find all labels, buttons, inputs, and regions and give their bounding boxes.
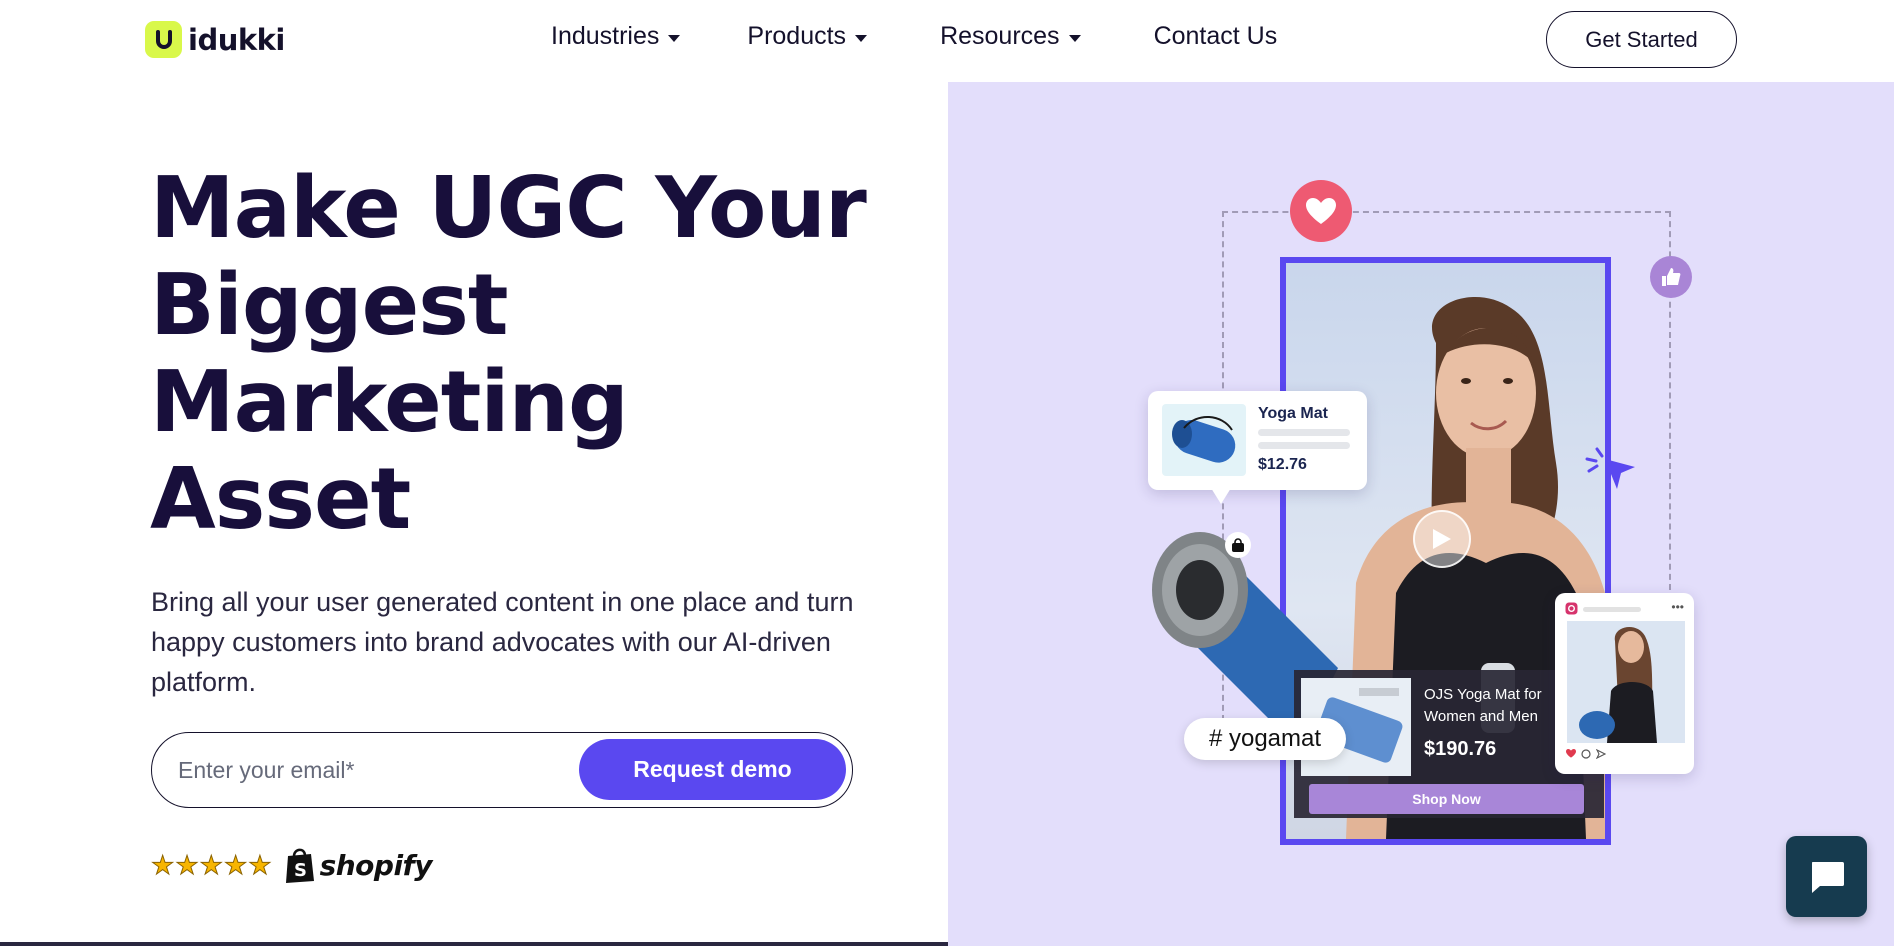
comment-icon: [1581, 749, 1591, 759]
play-button[interactable]: [1413, 510, 1471, 568]
chat-bubble-icon: [1811, 861, 1844, 893]
shop-now-button[interactable]: Shop Now: [1309, 784, 1584, 814]
shopping-bag-icon: S: [285, 848, 314, 883]
star-rating: ★ ★ ★ ★ ★: [150, 850, 272, 880]
thumbs-up-icon: [1662, 268, 1681, 286]
more-options-icon: •••: [1671, 600, 1684, 614]
hero-title: Make UGC Your Biggest Marketing Asset: [150, 160, 870, 548]
svg-text:S: S: [294, 860, 307, 881]
heart-reaction-badge: [1290, 180, 1352, 242]
product-card: Yoga Mat $12.76: [1148, 391, 1367, 490]
email-input[interactable]: [178, 751, 558, 789]
caret-down-icon: [855, 34, 868, 42]
rating-badge: ★ ★ ★ ★ ★ S shopify: [150, 846, 432, 884]
heart-icon: [1566, 749, 1576, 758]
like-reaction-badge: [1650, 256, 1692, 298]
hero-subtitle: Bring all your user generated content in…: [151, 587, 854, 697]
hashtag-pill: # yogamat: [1184, 718, 1346, 760]
yoga-mat-image: [1172, 415, 1236, 463]
star-icon: ★: [223, 850, 248, 880]
product-thumbnail: [1162, 404, 1246, 476]
caret-down-icon: [1068, 34, 1081, 42]
partner-name: shopify: [319, 848, 433, 882]
caret-down-icon: [668, 34, 681, 42]
u-logo-icon: [145, 21, 182, 58]
nav-item-label: Industries: [551, 22, 660, 50]
demo-request-form: Request demo: [151, 732, 853, 808]
instagram-post-card: •••: [1555, 593, 1694, 774]
page-divider: [0, 942, 948, 946]
instagram-actions: [1566, 749, 1606, 759]
shopify-logo: S shopify: [284, 846, 432, 884]
get-started-button[interactable]: Get Started: [1546, 11, 1737, 68]
product-price: $12.76: [1258, 456, 1307, 473]
site-header: idukki Industries Products Resources Con…: [0, 0, 1894, 82]
nav-item-label: Products: [747, 22, 847, 50]
star-icon: ★: [199, 850, 223, 880]
brand-name: idukki: [188, 22, 285, 57]
nav-item-label: Contact Us: [1153, 22, 1278, 50]
nav-item-contact-us[interactable]: Contact Us: [1154, 22, 1278, 51]
nav-item-resources[interactable]: Resources: [940, 22, 1082, 51]
hero-title-line: Asset: [150, 450, 411, 549]
card-pointer: [1211, 488, 1231, 504]
play-icon: [1433, 529, 1451, 549]
instagram-photo: [1567, 621, 1685, 743]
landing-page: idukki Industries Products Resources Con…: [0, 0, 1894, 946]
woman-stretching-image: [1579, 626, 1657, 743]
shopping-bag-icon: [1232, 537, 1244, 552]
instagram-icon: [1565, 602, 1578, 615]
request-demo-button[interactable]: Request demo: [579, 739, 846, 800]
placeholder-line: [1258, 442, 1350, 449]
main-nav: Industries Products Resources Contact Us: [551, 22, 1277, 51]
shop-product-price: $190.76: [1424, 738, 1497, 760]
heart-icon: [1306, 197, 1336, 224]
hero-title-line: Biggest: [150, 256, 509, 355]
star-icon: ★: [248, 850, 272, 880]
product-name: Yoga Mat: [1258, 405, 1328, 422]
placeholder-line: [1583, 607, 1641, 612]
placeholder-line: [1258, 429, 1350, 436]
hero-title-line: Make UGC Your: [150, 159, 867, 258]
share-icon: [1596, 749, 1606, 759]
nav-item-industries[interactable]: Industries: [551, 22, 681, 51]
brand-logo[interactable]: idukki: [145, 21, 285, 58]
nav-item-products[interactable]: Products: [747, 22, 868, 51]
star-icon: ★: [175, 850, 199, 880]
hero-title-line: Marketing: [150, 353, 629, 452]
nav-item-label: Resources: [940, 22, 1060, 50]
star-icon: ★: [150, 850, 175, 880]
bag-badge: [1225, 532, 1251, 558]
cursor-click-icon: [1585, 445, 1635, 489]
chat-widget-button[interactable]: [1786, 836, 1867, 917]
